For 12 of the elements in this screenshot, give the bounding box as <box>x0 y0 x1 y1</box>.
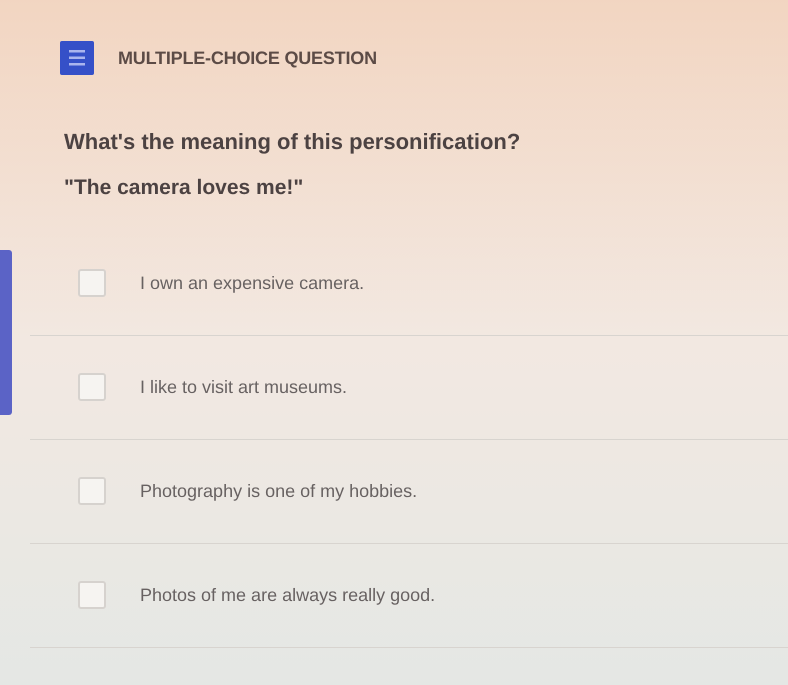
checkbox[interactable] <box>78 581 106 609</box>
option-label: Photos of me are always really good. <box>140 584 436 607</box>
list-icon <box>60 41 94 75</box>
checkbox[interactable] <box>78 269 106 297</box>
question-type-title: MULTIPLE-CHOICE QUESTION <box>118 46 377 70</box>
option-label: I own an expensive camera. <box>140 272 364 295</box>
checkbox[interactable] <box>78 477 106 505</box>
question-prompt: What's the meaning of this personification? <box>64 128 520 156</box>
option-label: Photography is one of my hobbies. <box>140 480 418 503</box>
question-quote: "The camera loves me!" <box>64 175 304 201</box>
checkbox[interactable] <box>78 373 106 401</box>
option-label: I like to visit art museums. <box>140 376 348 398</box>
